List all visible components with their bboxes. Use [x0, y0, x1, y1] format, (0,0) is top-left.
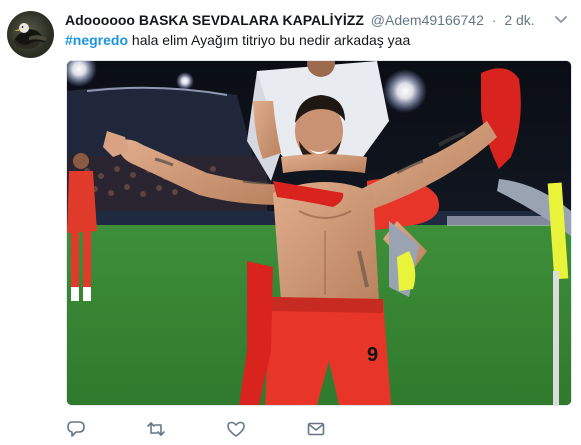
avatar[interactable] — [7, 11, 54, 58]
tweet-header: Adoooooo BASKA SEVDALARA KAPALİYİZZ @Ade… — [65, 10, 551, 30]
avatar-eagle-icon — [14, 23, 47, 49]
retweet-icon[interactable] — [146, 419, 166, 439]
heart-icon[interactable] — [226, 419, 246, 439]
tweet-card[interactable]: Adoooooo BASKA SEVDALARA KAPALİYİZZ @Ade… — [0, 0, 581, 445]
photo-football-celebration: 9 — [67, 61, 571, 405]
separator-dot: · — [491, 12, 497, 28]
chevron-down-icon[interactable] — [554, 13, 568, 25]
timestamp[interactable]: 2 dk. — [504, 12, 534, 28]
reply-icon[interactable] — [66, 419, 86, 439]
tweet-photo[interactable]: 9 — [66, 60, 572, 406]
hashtag-link[interactable]: #negredo — [65, 32, 128, 48]
envelope-icon[interactable] — [306, 419, 326, 439]
svg-text:9: 9 — [367, 344, 378, 366]
tweet-text: #negredo hala elim Ayağım titriyo bu ned… — [65, 30, 565, 50]
tweet-actions — [66, 419, 386, 439]
user-handle[interactable]: @Adem49166742 — [371, 12, 484, 28]
display-name[interactable]: Adoooooo BASKA SEVDALARA KAPALİYİZZ — [65, 12, 364, 28]
tweet-body-text: hala elim Ayağım titriyo bu nedir arkada… — [128, 32, 411, 48]
